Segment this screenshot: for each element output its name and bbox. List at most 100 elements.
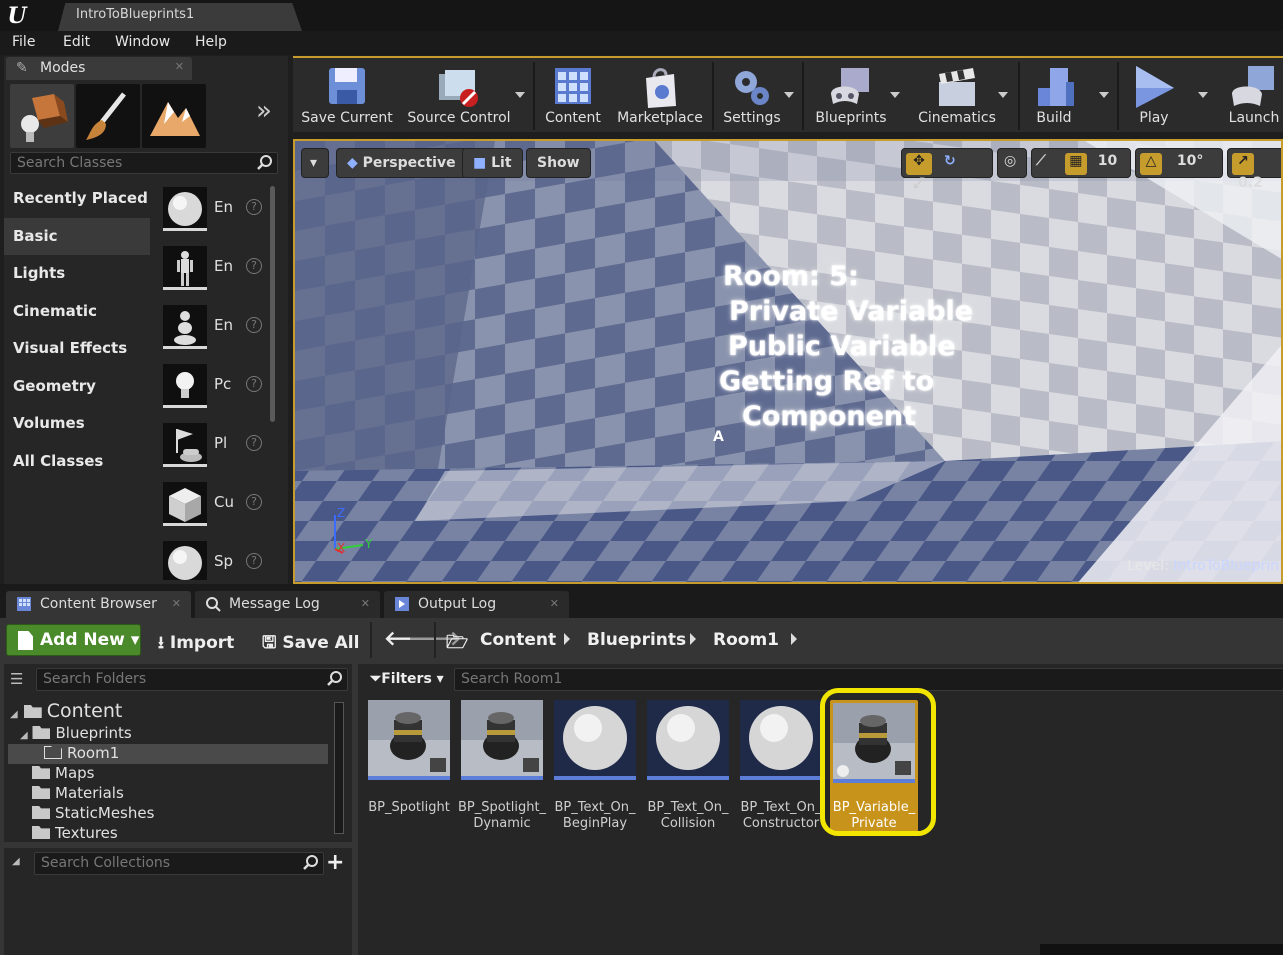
help-icon[interactable]: ? [246, 494, 262, 510]
grid-snap-value[interactable]: 10 [1098, 153, 1117, 169]
search-classes-input[interactable]: Search Classes [10, 152, 278, 174]
breadcrumb-arrow-icon[interactable] [690, 633, 696, 645]
add-collection-icon[interactable]: + [326, 850, 344, 875]
expand-arrow-icon[interactable]: ◢ [20, 730, 28, 741]
class-item[interactable]: Pc ? [156, 357, 270, 415]
class-list-scrollbar[interactable] [270, 186, 275, 422]
breadcrumb-content[interactable]: Content [480, 630, 556, 650]
content-button[interactable]: Content [538, 58, 608, 132]
tab-message-log[interactable]: Message Log ✕ [195, 591, 380, 618]
document-tab[interactable]: IntroToBlueprints1 [58, 3, 302, 31]
menu-window[interactable]: Window [115, 34, 170, 50]
category-basic[interactable]: Basic [4, 217, 150, 255]
chevron-down-icon[interactable] [890, 92, 900, 98]
chevron-down-icon[interactable] [1198, 92, 1208, 98]
class-item[interactable]: Pl ? [156, 416, 270, 474]
breadcrumb-room1[interactable]: Room1 [713, 630, 779, 650]
rotation-snap-value[interactable]: 10° [1177, 153, 1203, 169]
tree-item-staticmeshes[interactable]: StaticMeshes [32, 804, 154, 822]
cinematics-button[interactable]: Cinematics [907, 58, 1007, 132]
help-icon[interactable]: ? [246, 317, 262, 333]
tree-item-textures[interactable]: Textures [32, 824, 118, 842]
chevron-down-icon[interactable] [1099, 92, 1109, 98]
help-icon[interactable]: ? [246, 258, 262, 274]
surface-snap-icon[interactable]: ⟋ [1036, 153, 1060, 169]
tree-item-blueprints[interactable]: ◢ Blueprints [20, 724, 132, 742]
perspective-button[interactable]: ◆ Perspective [336, 148, 467, 178]
rotation-snap-icon[interactable]: △ [1140, 153, 1162, 175]
chevron-double-right-icon[interactable]: » [256, 96, 272, 126]
category-cinematic[interactable]: Cinematic [4, 293, 150, 331]
actor-marker[interactable]: A [713, 429, 724, 445]
menu-edit[interactable]: Edit [63, 34, 90, 50]
class-item[interactable]: Cu ? [156, 475, 270, 533]
class-item[interactable]: En ? [156, 298, 270, 356]
scale-snap-value[interactable]: 0.2 [1238, 175, 1263, 191]
world-local-toggle[interactable]: ◎ [997, 148, 1027, 178]
unreal-logo-icon[interactable]: U [4, 3, 30, 29]
modes-tab[interactable]: ✎ Modes ✕ [6, 57, 192, 80]
tree-item-room1[interactable]: Room1 [44, 744, 119, 762]
filters-button[interactable]: ⏷Filters ▾ [370, 671, 444, 687]
help-icon[interactable]: ? [246, 553, 262, 569]
menu-help[interactable]: Help [195, 34, 227, 50]
save-current-button[interactable]: Save Current [297, 58, 397, 132]
category-lights[interactable]: Lights [4, 255, 150, 293]
tab-content-browser[interactable]: Content Browser ✕ [6, 591, 191, 618]
marketplace-button[interactable]: Marketplace [614, 58, 706, 132]
asset-tile[interactable]: BP_Spotlight [368, 700, 452, 832]
add-new-button[interactable]: Add New ▾ [6, 624, 141, 656]
lit-button[interactable]: ■ Lit [462, 148, 523, 178]
source-control-button[interactable]: Source Control [403, 58, 515, 132]
asset-tile[interactable]: BP_Text_On_ Collision [647, 700, 731, 832]
class-item[interactable]: En ? [156, 239, 270, 297]
search-collections-input[interactable]: Search Collections [34, 852, 324, 875]
save-all-button[interactable]: 🖫 Save All [262, 630, 359, 659]
paint-mode-button[interactable] [76, 84, 140, 148]
landscape-mode-button[interactable] [142, 84, 206, 148]
scale-tool-icon[interactable]: ⤢ [906, 175, 932, 191]
grid-snap-icon[interactable]: ▦ [1064, 153, 1087, 175]
close-icon[interactable]: ✕ [550, 597, 559, 610]
folder-tree-scrollbar[interactable] [334, 702, 344, 834]
tab-output-log[interactable]: Output Log ✕ [384, 591, 569, 618]
breadcrumb-arrow-icon[interactable] [564, 633, 570, 645]
launch-button[interactable]: Launch [1219, 58, 1283, 132]
category-all-classes[interactable]: All Classes [4, 443, 150, 481]
category-geometry[interactable]: Geometry [4, 368, 150, 406]
chevron-down-icon[interactable] [998, 92, 1008, 98]
breadcrumb-arrow-icon[interactable] [791, 633, 797, 645]
asset-tile[interactable]: BP_Spotlight_ Dynamic [458, 700, 546, 832]
blueprints-button[interactable]: Blueprints [807, 58, 895, 132]
rotate-tool-icon[interactable]: ↻ [937, 153, 963, 169]
help-icon[interactable]: ? [246, 435, 262, 451]
help-icon[interactable]: ? [246, 199, 262, 215]
build-button[interactable]: Build [1023, 58, 1085, 132]
category-recently-placed[interactable]: Recently Placed [4, 180, 150, 218]
place-mode-button[interactable] [10, 84, 74, 148]
asset-tile[interactable]: BP_Text_On_ Constructor [740, 700, 824, 832]
category-volumes[interactable]: Volumes [4, 405, 150, 443]
close-icon[interactable]: ✕ [172, 597, 181, 610]
category-visual-effects[interactable]: Visual Effects [4, 330, 150, 368]
viewport-options-button[interactable]: ▾ [301, 148, 329, 178]
breadcrumb-blueprints[interactable]: Blueprints [587, 630, 686, 650]
translate-tool-icon[interactable]: ✥ [906, 153, 932, 175]
expand-arrow-icon[interactable]: ◢ [10, 709, 18, 720]
folder-tree-options-icon[interactable]: ☰ [10, 670, 23, 688]
level-viewport[interactable]: ▾ ◆ Perspective ■ Lit Show ✥ ↻ ⤢ ◎ ⟋ ▦ 1… [293, 139, 1283, 584]
tree-item-materials[interactable]: Materials [32, 784, 124, 802]
chevron-down-icon[interactable] [784, 92, 794, 98]
class-item[interactable]: Sp ? [156, 534, 270, 580]
class-item[interactable]: En ? [156, 180, 270, 238]
close-icon[interactable]: ✕ [175, 60, 184, 73]
import-button[interactable]: ⭳ Import [158, 630, 234, 659]
scale-snap-icon[interactable]: ↗ [1232, 153, 1254, 175]
menu-file[interactable]: File [12, 34, 35, 50]
search-folders-input[interactable]: Search Folders [36, 668, 348, 691]
tree-item-maps[interactable]: Maps [32, 764, 94, 782]
tree-item-content[interactable]: ◢ Content [10, 700, 122, 722]
collapse-arrow-icon[interactable]: ◢ [12, 856, 20, 867]
show-button[interactable]: Show [526, 148, 591, 178]
asset-tile[interactable]: BP_Text_On_ BeginPlay [554, 700, 638, 832]
